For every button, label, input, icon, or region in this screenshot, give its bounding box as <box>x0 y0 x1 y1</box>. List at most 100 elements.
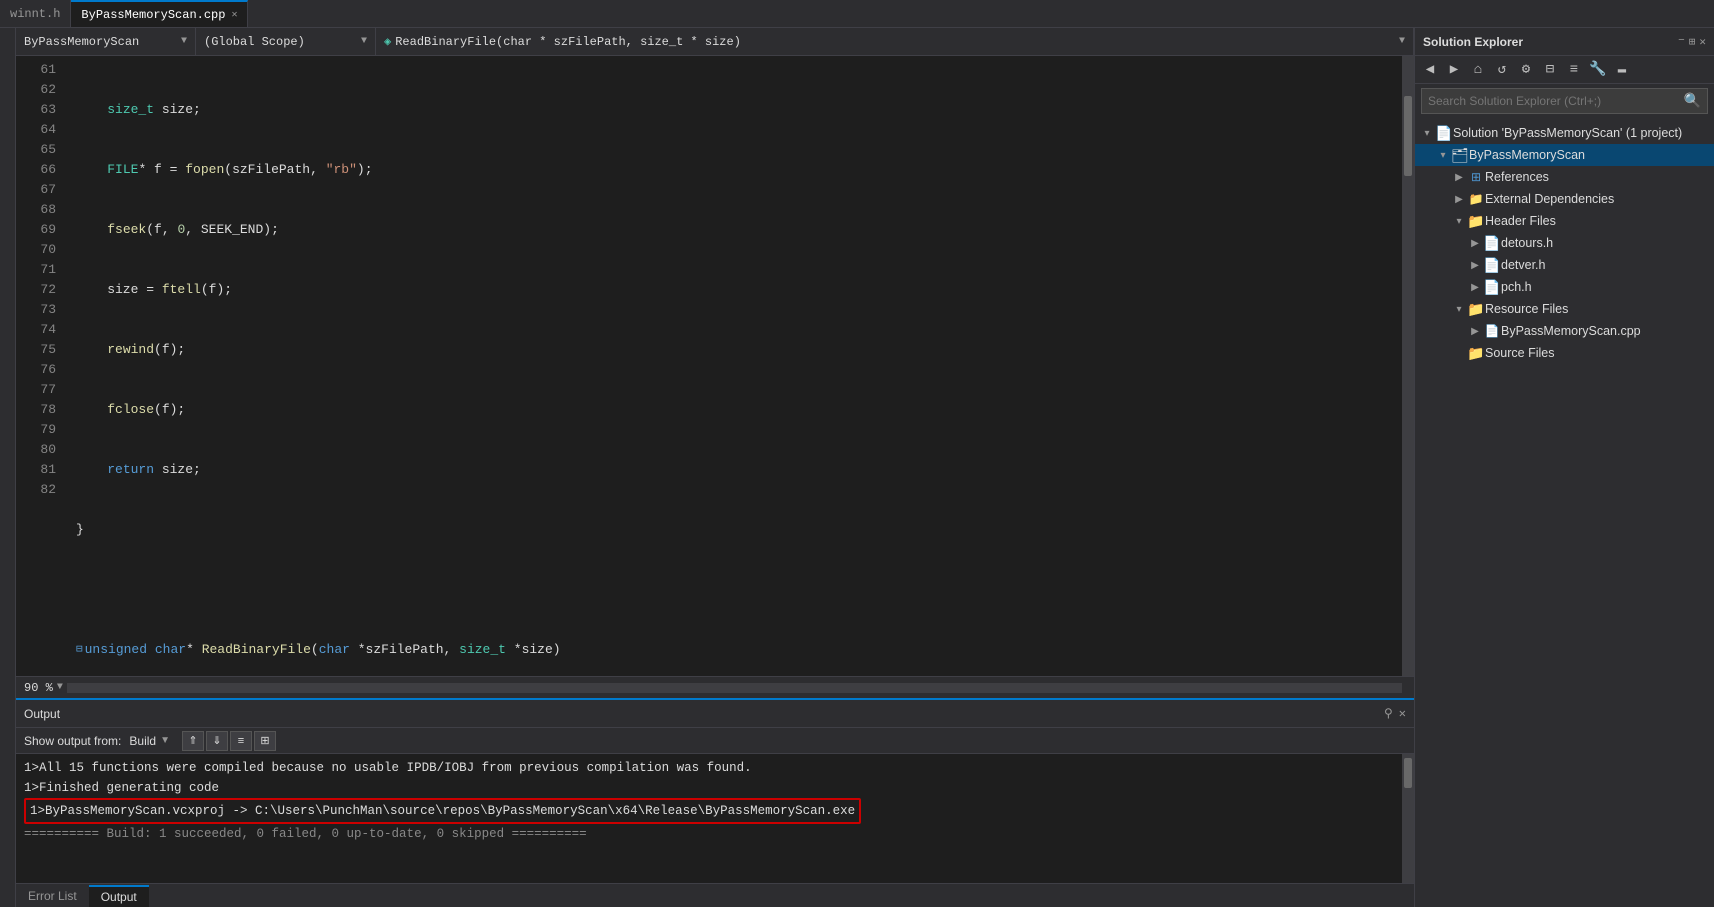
editor-toolbar: ByPassMemoryScan ▼ (Global Scope) ▼ ◈ Re… <box>16 28 1414 56</box>
output-source-dropdown[interactable]: Build ▼ <box>129 734 170 748</box>
tree-label: pch.h <box>1501 280 1710 294</box>
code-content[interactable]: size_t size; FILE* f = fopen(szFilePath,… <box>66 56 1402 676</box>
editor-area: ByPassMemoryScan ▼ (Global Scope) ▼ ◈ Re… <box>16 28 1414 907</box>
code-line <box>76 580 1402 600</box>
output-highlighted-line: 1>ByPassMemoryScan.vcxproj -> C:\Users\P… <box>24 798 1394 824</box>
code-line: } <box>76 520 1402 540</box>
filter-btn-2[interactable]: ⇓ <box>206 731 228 751</box>
tab-label: ByPassMemoryScan.cpp <box>81 8 225 22</box>
zoom-control[interactable]: 90 % ▼ <box>24 681 63 695</box>
tree-arrow[interactable]: ▶ <box>1467 326 1483 337</box>
code-line: ⊟unsigned char* ReadBinaryFile(char *szF… <box>76 640 1402 660</box>
tree-arrow[interactable]: ▾ <box>1435 150 1451 161</box>
filter-btn-1[interactable]: ⇑ <box>182 731 204 751</box>
folder-icon: 📁 <box>1467 213 1485 230</box>
sync-btn[interactable]: ↺ <box>1491 59 1513 81</box>
tree-arrow[interactable]: ▶ <box>1451 172 1467 183</box>
function-scope-dropdown[interactable]: ◈ ReadBinaryFile(char * szFilePath, size… <box>376 28 1414 55</box>
tree-item-headerfiles[interactable]: ▾ 📁 Header Files <box>1415 210 1714 232</box>
output-title: Output <box>24 707 60 721</box>
output-panel: Output ⚲ ✕ Show output from: Build ▼ ⇑ ⇓… <box>16 698 1414 883</box>
tree-item-project[interactable]: ▾ 🗂 ByPassMemoryScan <box>1415 144 1714 166</box>
se-tree[interactable]: ▾ 📄 Solution 'ByPassMemoryScan' (1 proje… <box>1415 118 1714 907</box>
tree-item-resourcefiles[interactable]: ▾ 📁 Resource Files <box>1415 298 1714 320</box>
solution-icon: 📄 <box>1435 125 1453 142</box>
header-file-icon: 📄 <box>1483 257 1501 274</box>
scope-dropdown[interactable]: ByPassMemoryScan ▼ <box>16 28 196 55</box>
tree-label: Source Files <box>1485 346 1710 360</box>
output-line: 1>Finished generating code <box>24 778 1394 798</box>
se-toolbar: ◀ ▶ ⌂ ↺ ⚙ ⊟ ≡ 🔧 ▬ <box>1415 56 1714 84</box>
folder-icon: 📁 <box>1467 301 1485 318</box>
tab-output[interactable]: Output <box>89 885 149 907</box>
wrench-icon[interactable]: 🔧 <box>1587 59 1609 81</box>
global-scope-dropdown[interactable]: (Global Scope) ▼ <box>196 28 376 55</box>
tree-item-detours-h[interactable]: ▶ 📄 detours.h <box>1415 232 1714 254</box>
editor-status-bar: 90 % ▼ <box>16 676 1414 698</box>
function-scope-label: ReadBinaryFile(char * szFilePath, size_t… <box>395 35 741 49</box>
code-line: size = ftell(f); <box>76 280 1402 300</box>
close-icon[interactable]: ✕ <box>231 9 237 21</box>
tree-arrow[interactable]: ▾ <box>1451 304 1467 315</box>
tree-item-bypass-cpp[interactable]: ▶ 📄 ByPassMemoryScan.cpp <box>1415 320 1714 342</box>
tree-item-pch-h[interactable]: ▶ 📄 pch.h <box>1415 276 1714 298</box>
tree-item-sourcefiles[interactable]: 📁 Source Files <box>1415 342 1714 364</box>
chevron-down-icon[interactable]: ▼ <box>57 682 63 693</box>
close-icon[interactable]: ✕ <box>1399 706 1406 721</box>
tree-item-solution[interactable]: ▾ 📄 Solution 'ByPassMemoryScan' (1 proje… <box>1415 122 1714 144</box>
tree-arrow[interactable]: ▶ <box>1467 282 1483 293</box>
output-controls: ⚲ ✕ <box>1384 706 1406 721</box>
code-editor[interactable]: 61 62 63 64 65 66 67 68 69 70 71 72 73 7… <box>16 56 1414 676</box>
tree-arrow[interactable]: ▾ <box>1451 216 1467 227</box>
scroll-thumb[interactable] <box>1404 96 1412 176</box>
tree-item-references[interactable]: ▶ ⊞ References <box>1415 166 1714 188</box>
output-scroll-thumb[interactable] <box>1404 758 1412 788</box>
tab-winnt[interactable]: winnt.h <box>0 0 71 27</box>
filter-btn[interactable]: ≡ <box>1563 59 1585 81</box>
copy-btn[interactable]: ⊟ <box>1539 59 1561 81</box>
tree-arrow[interactable]: ▾ <box>1419 128 1435 139</box>
code-line: FILE* f = fopen(szFilePath, "rb"); <box>76 160 1402 180</box>
se-header: Solution Explorer − ⊞ ✕ <box>1415 28 1714 56</box>
chevron-down-icon: ▼ <box>181 36 187 47</box>
minus-btn[interactable]: ▬ <box>1611 59 1633 81</box>
tree-item-detver-h[interactable]: ▶ 📄 detver.h <box>1415 254 1714 276</box>
folder-icon: 📁 <box>1467 345 1485 362</box>
pin-icon[interactable]: ⚲ <box>1384 706 1393 721</box>
line-numbers: 61 62 63 64 65 66 67 68 69 70 71 72 73 7… <box>16 56 66 676</box>
tab-bypassmemoryscan[interactable]: ByPassMemoryScan.cpp ✕ <box>71 0 248 27</box>
chevron-down-icon: ▼ <box>1399 36 1405 47</box>
vertical-scrollbar[interactable] <box>1402 56 1414 676</box>
filter-btn-3[interactable]: ≡ <box>230 731 252 751</box>
tree-label: Header Files <box>1485 214 1710 228</box>
minus-icon[interactable]: − <box>1678 35 1685 49</box>
tree-arrow[interactable]: ▶ <box>1451 194 1467 205</box>
output-header: Output ⚲ ✕ <box>16 700 1414 728</box>
tree-arrow[interactable]: ▶ <box>1467 260 1483 271</box>
code-line: fseek(f, 0, SEEK_END); <box>76 220 1402 240</box>
output-filter-bar: Show output from: Build ▼ ⇑ ⇓ ≡ ⊞ <box>16 728 1414 754</box>
se-search-input[interactable] <box>1428 94 1684 108</box>
chevron-down-icon: ▼ <box>160 735 170 746</box>
tree-label: Solution 'ByPassMemoryScan' (1 project) <box>1453 126 1710 140</box>
tab-error-list[interactable]: Error List <box>16 885 89 907</box>
forward-btn[interactable]: ▶ <box>1443 59 1465 81</box>
pin-icon[interactable]: ⊞ <box>1689 35 1696 49</box>
horizontal-scrollbar[interactable] <box>67 683 1402 693</box>
tree-label: External Dependencies <box>1485 192 1710 206</box>
back-btn[interactable]: ◀ <box>1419 59 1441 81</box>
settings-btn[interactable]: ⚙ <box>1515 59 1537 81</box>
output-scrollbar[interactable] <box>1402 754 1414 883</box>
home-btn[interactable]: ⌂ <box>1467 59 1489 81</box>
se-controls: − ⊞ ✕ <box>1678 35 1706 49</box>
tab-label: winnt.h <box>10 7 60 21</box>
output-content[interactable]: 1>All 15 functions were compiled because… <box>16 754 1402 883</box>
function-icon: ◈ <box>384 34 391 49</box>
close-icon[interactable]: ✕ <box>1699 35 1706 49</box>
se-search-bar[interactable]: 🔍 <box>1421 88 1708 114</box>
main-area: ByPassMemoryScan ▼ (Global Scope) ▼ ◈ Re… <box>0 28 1714 907</box>
tree-item-extdeps[interactable]: ▶ 📁 External Dependencies <box>1415 188 1714 210</box>
output-source-label: Build <box>129 734 156 748</box>
tree-arrow[interactable]: ▶ <box>1467 238 1483 249</box>
filter-btn-4[interactable]: ⊞ <box>254 731 276 751</box>
